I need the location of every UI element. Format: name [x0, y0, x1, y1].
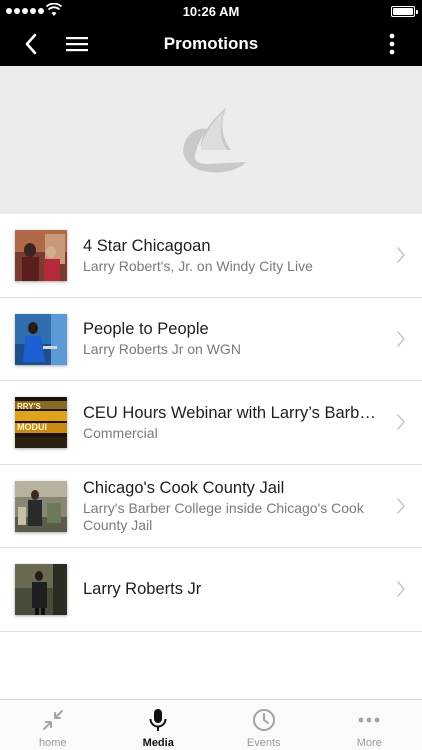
- thumbnail-image: [15, 480, 67, 532]
- item-title: Chicago's Cook County Jail: [83, 478, 285, 497]
- tab-label: Events: [246, 737, 281, 749]
- back-button[interactable]: [14, 22, 48, 66]
- list-item[interactable]: Larry Roberts Jr: [0, 548, 422, 632]
- list-item[interactable]: People to People Larry Roberts Jr on WGN: [0, 297, 422, 381]
- header-banner: [0, 66, 422, 214]
- battery-icon: [391, 6, 418, 17]
- tab-more[interactable]: More: [317, 700, 422, 750]
- chevron-right-icon: [397, 247, 405, 264]
- item-title: Larry Roberts Jr: [83, 579, 202, 598]
- item-subtitle: Commercial: [83, 424, 158, 441]
- horizontal-dots-icon: [357, 708, 381, 732]
- svg-text:MODUI: MODUI: [17, 422, 47, 432]
- tab-home[interactable]: home: [0, 700, 106, 750]
- clock-icon: [252, 708, 276, 732]
- list-item[interactable]: Chicago's Cook County Jail Larry's Barbe…: [0, 464, 422, 548]
- collapse-arrows-icon: [41, 708, 65, 732]
- app-logo-icon: [183, 108, 246, 173]
- tab-label: Media: [142, 737, 174, 749]
- thumbnail-image: RRY'S MODUI: [15, 397, 67, 448]
- tab-media[interactable]: Media: [106, 700, 212, 750]
- item-subtitle: Larry Robert's, Jr. on Windy City Live: [83, 257, 313, 274]
- status-bar: 10:26 AM: [0, 0, 422, 22]
- list-item[interactable]: RRY'S MODUI CEU Hours Webinar with Larry…: [0, 381, 422, 465]
- chevron-left-icon: [25, 33, 37, 55]
- item-title: 4 Star Chicagoan: [83, 236, 211, 255]
- item-title: People to People: [83, 320, 209, 339]
- tab-label: home: [38, 737, 67, 749]
- tab-events[interactable]: Events: [211, 700, 317, 750]
- more-options-button[interactable]: [380, 22, 404, 66]
- microphone-icon: [146, 708, 170, 732]
- nav-bar: Promotions: [0, 22, 422, 66]
- chevron-right-icon: [397, 414, 405, 431]
- svg-text:RRY'S: RRY'S: [17, 402, 41, 411]
- promotions-list: 4 Star Chicagoan Larry Robert's, Jr. on …: [0, 214, 422, 632]
- thumbnail-image: [15, 230, 67, 281]
- status-time: 10:26 AM: [182, 4, 240, 19]
- chevron-right-icon: [397, 330, 405, 347]
- item-subtitle: Larry Roberts Jr on WGN: [83, 341, 241, 358]
- menu-button[interactable]: [60, 22, 94, 66]
- hamburger-menu-icon: [66, 37, 88, 52]
- vertical-dots-icon: [389, 33, 395, 55]
- item-title: CEU Hours Webinar with Larry’s Barber Co…: [83, 403, 380, 422]
- chevron-right-icon: [397, 581, 405, 598]
- page-title: Promotions: [163, 34, 259, 53]
- item-subtitle: Larry's Barber College inside Chicago's …: [83, 499, 364, 533]
- tab-label: More: [356, 737, 382, 749]
- thumbnail-image: [15, 564, 67, 615]
- chevron-right-icon: [397, 497, 405, 514]
- thumbnail-image: [15, 313, 67, 365]
- tab-bar: home Media Events More: [0, 699, 422, 750]
- list-item[interactable]: 4 Star Chicagoan Larry Robert's, Jr. on …: [0, 214, 422, 298]
